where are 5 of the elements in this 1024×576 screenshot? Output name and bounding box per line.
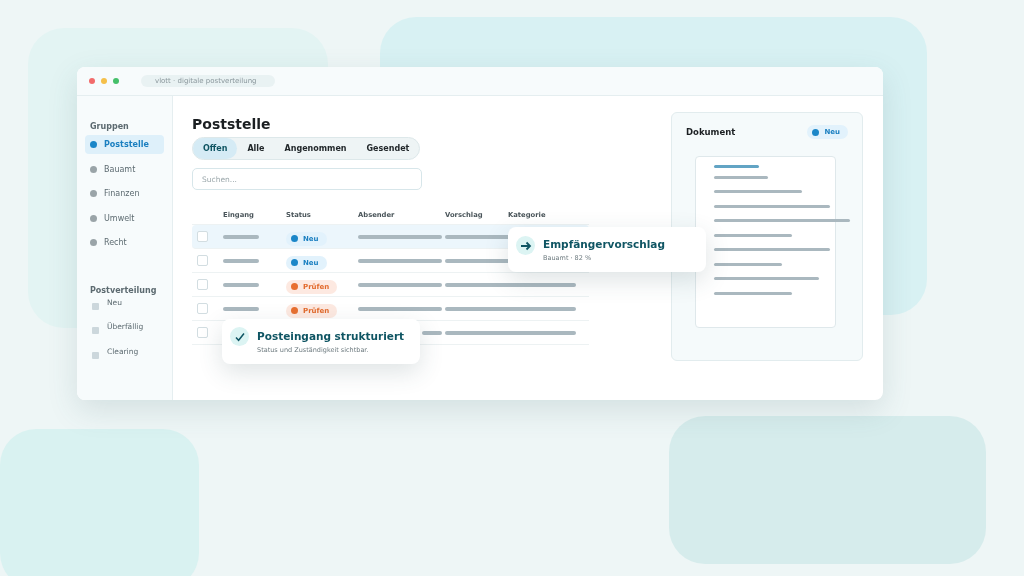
section-heading: Postverteilung — [89, 285, 158, 295]
card-title: Posteingang strukturiert — [257, 329, 405, 342]
panel-title: Dokument — [686, 127, 736, 137]
page-title: Poststelle — [192, 116, 272, 132]
section-heading: Gruppen — [89, 122, 130, 131]
